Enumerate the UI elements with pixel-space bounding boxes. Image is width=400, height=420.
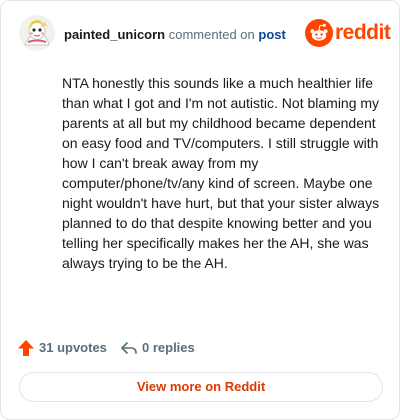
reddit-wordmark: reddit [335, 21, 391, 44]
reddit-logo[interactable]: reddit [305, 19, 391, 49]
unicorn-avatar-icon [19, 15, 55, 51]
comment-byline: painted_unicorn commented on post [64, 27, 286, 43]
replies-label: 0 replies [142, 340, 195, 355]
user-avatar[interactable] [19, 15, 55, 51]
comment-embed-card: painted_unicorn commented on post reddit… [0, 0, 400, 420]
view-more-button[interactable]: View more on Reddit [19, 372, 383, 402]
upvotes-count[interactable]: 31 upvotes [17, 338, 117, 358]
post-link[interactable]: post [258, 27, 285, 42]
upvotes-label: 31 upvotes [39, 340, 107, 355]
upvote-arrow-icon [18, 340, 34, 356]
comment-body: NTA honestly this sounds like a much hea… [62, 75, 380, 271]
comment-stats: 31 upvotes 0 replies [17, 338, 383, 358]
action-text: commented on [168, 27, 255, 42]
replies-count[interactable]: 0 replies [120, 338, 210, 358]
comment-header: painted_unicorn commented on post reddit [19, 15, 391, 55]
reply-arrow-icon [121, 342, 137, 354]
reddit-snoo-icon [305, 19, 333, 47]
username-link[interactable]: painted_unicorn [64, 27, 165, 42]
